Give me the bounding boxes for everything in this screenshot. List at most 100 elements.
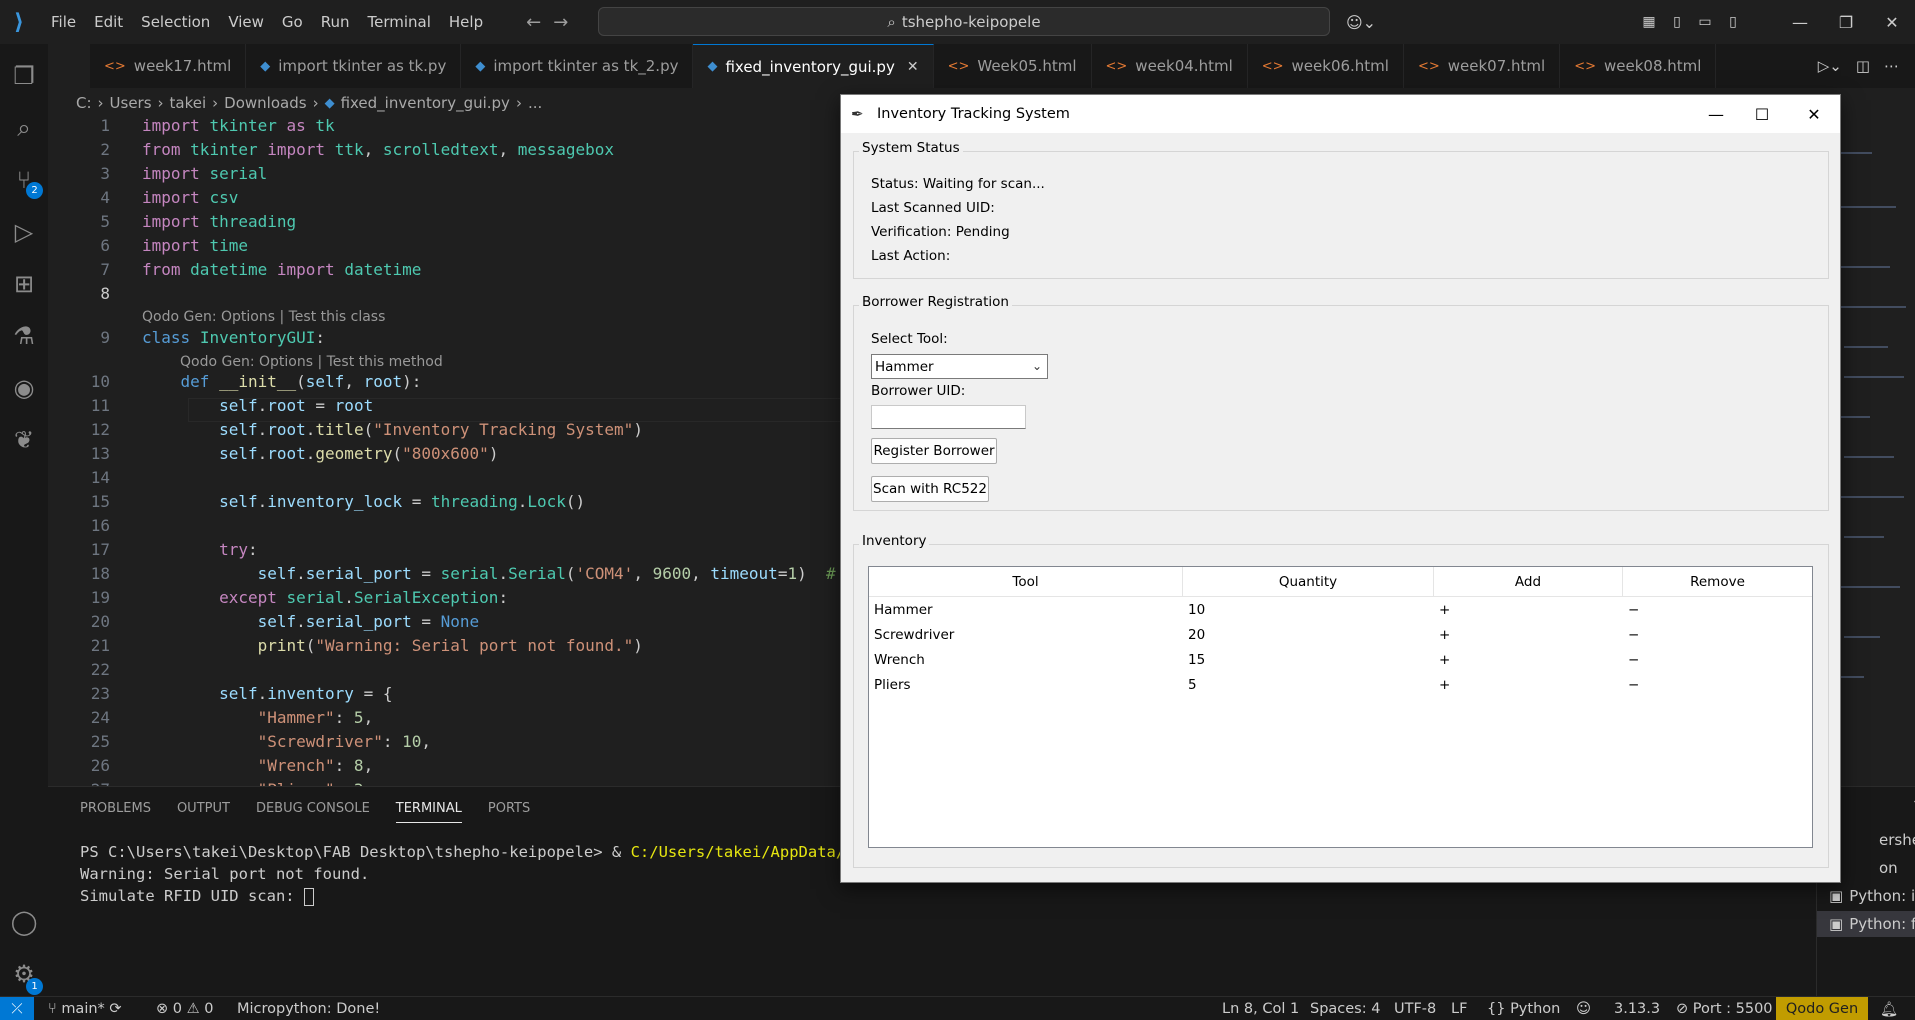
indentation[interactable]: Spaces: 4 — [1310, 997, 1380, 1020]
qodo-gen-status[interactable]: Qodo Gen — [1776, 997, 1868, 1020]
search-view-icon[interactable]: ⌕ — [0, 104, 48, 152]
terminal-instance[interactable]: ▣Python: imp... — [1817, 883, 1915, 909]
tab-week07[interactable]: <> week07.html — [1404, 44, 1561, 88]
tab-week06[interactable]: <> week06.html — [1248, 44, 1404, 88]
git-branch[interactable]: ⑂ main* ⟳ — [48, 997, 122, 1020]
column-header-add[interactable]: Add — [1434, 567, 1623, 597]
menu-edit[interactable]: Edit — [85, 0, 132, 44]
close-window-icon[interactable]: ✕ — [1869, 13, 1915, 32]
table-cell-tool[interactable]: Wrench — [874, 647, 925, 672]
table-cell-tool[interactable]: Hammer — [874, 597, 933, 622]
manage-gear-icon[interactable]: ⚙ 1 — [0, 950, 48, 998]
tab-fixed-inventory-gui[interactable]: ◆ fixed_inventory_gui.py ✕ — [693, 44, 934, 88]
table-cell-add[interactable]: + — [1439, 597, 1450, 622]
codelens-class[interactable]: Qodo Gen: Options | Test this class — [142, 309, 385, 325]
breadcrumb-item[interactable]: takei — [170, 94, 207, 112]
copilot-icon[interactable]: ☺⌄ — [1346, 0, 1376, 44]
menu-terminal[interactable]: Terminal — [359, 0, 440, 44]
qodo-icon[interactable]: ❦ — [0, 416, 48, 464]
table-cell-remove[interactable]: − — [1628, 672, 1639, 697]
table-cell-remove[interactable]: − — [1628, 597, 1639, 622]
language-mode[interactable]: {} Python — [1487, 997, 1560, 1020]
notifications-bell-icon[interactable]: 🔔︎ — [1880, 997, 1898, 1020]
cursor-position[interactable]: Ln 8, Col 1 — [1222, 997, 1299, 1020]
scan-rc522-button[interactable]: Scan with RC522 — [871, 476, 989, 502]
breadcrumb-item[interactable]: fixed_inventory_gui.py — [341, 94, 510, 112]
app-close-icon[interactable]: ✕ — [1791, 95, 1837, 133]
tab-ports[interactable]: PORTS — [488, 801, 530, 823]
explorer-icon[interactable]: ❐ — [0, 52, 48, 100]
table-cell-add[interactable]: + — [1439, 672, 1450, 697]
python-version[interactable]: 3.13.3 — [1614, 997, 1660, 1020]
tab-output[interactable]: OUTPUT — [177, 801, 230, 823]
close-tab-icon[interactable]: ✕ — [907, 59, 919, 75]
live-server-port[interactable]: ⊘ Port : 5500 — [1676, 997, 1773, 1020]
app-maximize-icon[interactable]: ☐ — [1739, 95, 1785, 133]
chevron-down-icon[interactable]: ⌄ — [1032, 359, 1042, 373]
breadcrumb-item[interactable]: Downloads — [224, 94, 306, 112]
minimap[interactable] — [1832, 116, 1906, 706]
table-cell-add[interactable]: + — [1439, 622, 1450, 647]
terminal-instance-active[interactable]: ▣Python: fixe... — [1817, 911, 1915, 937]
inventory-table[interactable]: Tool Quantity Add Remove Hammer 10 + − S… — [868, 566, 1813, 848]
tab-week17[interactable]: <> week17.html — [90, 44, 247, 88]
tab-week04[interactable]: <> week04.html — [1092, 44, 1248, 88]
column-header-quantity[interactable]: Quantity — [1183, 567, 1434, 597]
remote-indicator-icon[interactable]: ⤫ — [0, 997, 34, 1020]
eol[interactable]: LF — [1451, 997, 1467, 1020]
table-cell-qty[interactable]: 15 — [1188, 647, 1205, 672]
tool-combobox[interactable]: Hammer ⌄ — [871, 354, 1048, 379]
menu-go[interactable]: Go — [273, 0, 312, 44]
tab-import-tkinter-2[interactable]: ◆ import tkinter as tk_2.py — [461, 44, 694, 88]
menu-run[interactable]: Run — [312, 0, 359, 44]
column-header-tool[interactable]: Tool — [869, 567, 1183, 597]
command-center-search[interactable]: ⌕ tshepho-keipopele — [598, 7, 1330, 36]
register-borrower-button[interactable]: Register Borrower — [871, 438, 997, 464]
menu-help[interactable]: Help — [440, 0, 492, 44]
table-cell-qty[interactable]: 5 — [1188, 672, 1197, 697]
breadcrumb-item[interactable]: Users — [110, 94, 152, 112]
testing-icon[interactable]: ⚗ — [0, 312, 48, 360]
toggle-panel-icon[interactable]: ▭ — [1691, 14, 1719, 30]
forward-arrow-icon[interactable]: → — [553, 12, 568, 33]
menu-view[interactable]: View — [219, 0, 273, 44]
tab-import-tkinter[interactable]: ◆ import tkinter as tk.py — [246, 44, 462, 88]
terminal-output[interactable]: PS C:\Users\takei\Desktop\FAB Desktop\ts… — [80, 841, 864, 907]
table-cell-qty[interactable]: 10 — [1188, 597, 1205, 622]
tab-week05[interactable]: <> Week05.html — [934, 44, 1092, 88]
toggle-secondary-sidebar-icon[interactable]: ▯ — [1719, 14, 1747, 30]
app-minimize-icon[interactable]: — — [1693, 95, 1739, 133]
codelens-method[interactable]: Qodo Gen: Options | Test this method — [180, 354, 443, 370]
breadcrumb-item[interactable]: C: — [76, 94, 92, 112]
tab-terminal[interactable]: TERMINAL — [395, 801, 462, 823]
breadcrumb-item[interactable]: ... — [528, 94, 542, 112]
tab-week08[interactable]: <> week08.html — [1560, 44, 1717, 88]
tab-problems[interactable]: PROBLEMS — [80, 801, 151, 823]
table-cell-qty[interactable]: 20 — [1188, 622, 1205, 647]
table-cell-tool[interactable]: Pliers — [874, 672, 911, 697]
more-actions-icon[interactable]: ⋯ — [1884, 57, 1899, 75]
table-cell-remove[interactable]: − — [1628, 647, 1639, 672]
encoding[interactable]: UTF-8 — [1394, 997, 1436, 1020]
tab-debug-console[interactable]: DEBUG CONSOLE — [256, 801, 370, 823]
restore-icon[interactable]: ❐ — [1823, 13, 1869, 32]
back-arrow-icon[interactable]: ← — [526, 12, 541, 33]
copilot-status-icon[interactable]: ☺ — [1576, 997, 1591, 1020]
toggle-sidebar-icon[interactable]: ▯ — [1663, 14, 1691, 30]
source-control-icon[interactable]: ⑂ 2 — [0, 156, 48, 204]
borrower-uid-input[interactable] — [871, 405, 1026, 429]
table-cell-add[interactable]: + — [1439, 647, 1450, 672]
minimize-icon[interactable]: — — [1777, 13, 1823, 32]
remote-explorer-icon[interactable]: ◉ — [0, 364, 48, 412]
menu-file[interactable]: File — [42, 0, 85, 44]
account-icon[interactable]: ◯ — [0, 898, 48, 946]
run-debug-icon[interactable]: ▷ — [0, 208, 48, 256]
problems-count[interactable]: ⊗ 0 ⚠ 0 — [156, 997, 213, 1020]
menu-selection[interactable]: Selection — [132, 0, 219, 44]
extensions-icon[interactable]: ⊞ — [0, 260, 48, 308]
column-header-remove[interactable]: Remove — [1623, 567, 1812, 597]
table-cell-tool[interactable]: Screwdriver — [874, 622, 954, 647]
table-cell-remove[interactable]: − — [1628, 622, 1639, 647]
maximize-panel-icon[interactable]: ⌃ — [1911, 797, 1915, 813]
run-file-icon[interactable]: ▷⌄ — [1818, 57, 1842, 75]
